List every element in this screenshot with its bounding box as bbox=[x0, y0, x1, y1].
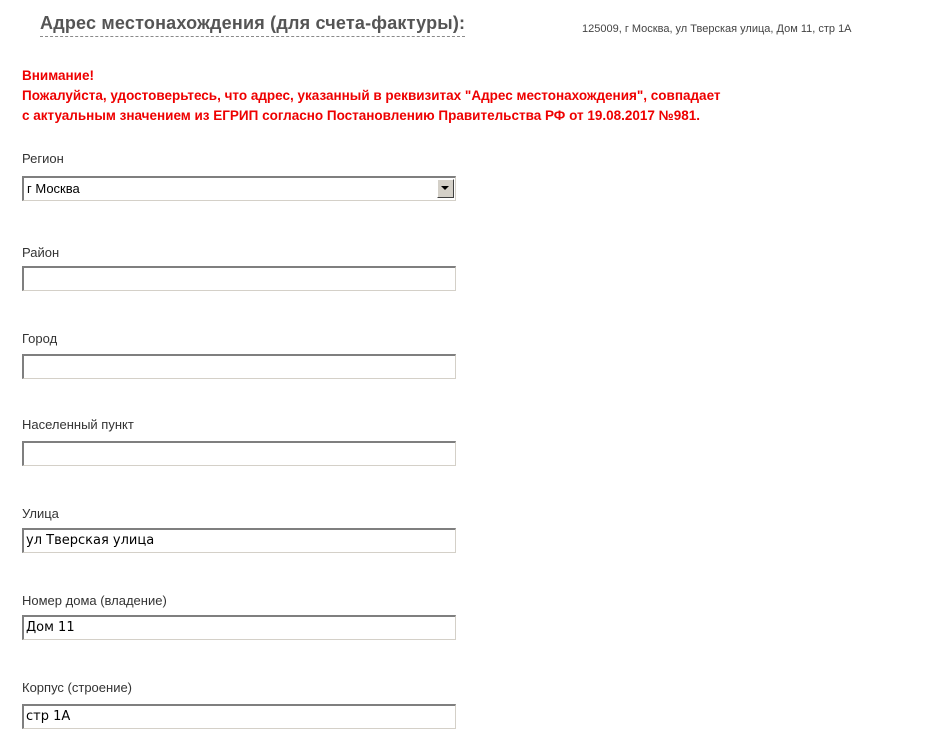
region-select-value: г Москва bbox=[27, 181, 80, 196]
address-header-value-text: 125009, г Москва, ул Тверская улица, Дом… bbox=[582, 23, 852, 35]
region-select[interactable]: г Москва bbox=[22, 176, 456, 201]
address-header-title[interactable]: Адрес местонахождения (для счета-фактуры… bbox=[40, 12, 466, 37]
building-input[interactable]: стр 1А bbox=[22, 704, 456, 729]
city-input[interactable] bbox=[22, 354, 456, 379]
warning-line-1: Пожалуйста, удостоверьтесь, что адрес, у… bbox=[22, 88, 721, 103]
city-label: Город bbox=[22, 331, 58, 346]
region-dropdown-button[interactable] bbox=[437, 179, 454, 198]
address-header-colon: : bbox=[459, 13, 466, 33]
street-input[interactable]: ул Тверская улица bbox=[22, 528, 456, 553]
region-label: Регион bbox=[22, 151, 64, 166]
warning-title: Внимание! bbox=[22, 68, 94, 83]
locality-input[interactable] bbox=[22, 441, 456, 466]
warning-line-2: с актуальным значением из ЕГРИП согласно… bbox=[22, 108, 700, 123]
street-label: Улица bbox=[22, 506, 59, 521]
address-header: Адрес местонахождения (для счета-фактуры… bbox=[0, 0, 949, 50]
chevron-down-icon bbox=[441, 186, 449, 190]
warning-block: Внимание! Пожалуйста, удостоверьтесь, чт… bbox=[22, 66, 949, 126]
address-header-value: 125009, г Москва, ул Тверская улица, Дом… bbox=[582, 22, 949, 36]
locality-label: Населенный пункт bbox=[22, 417, 134, 432]
house-number-label: Номер дома (владение) bbox=[22, 593, 167, 608]
building-label: Корпус (строение) bbox=[22, 680, 133, 695]
district-input[interactable] bbox=[22, 266, 456, 291]
house-number-input[interactable]: Дом 11 bbox=[22, 615, 456, 640]
district-label: Район bbox=[22, 245, 60, 260]
address-header-title-text: Адрес местонахождения (для счета-фактуры… bbox=[40, 13, 460, 33]
